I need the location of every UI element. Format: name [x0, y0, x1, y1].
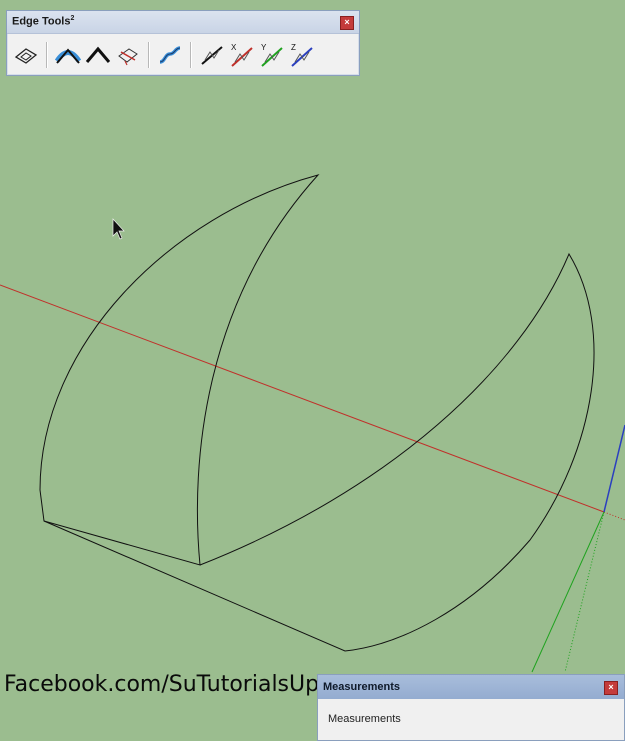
edge-tools-close-button[interactable]: × [340, 16, 354, 30]
toolbar-separator [148, 42, 150, 68]
divide-face-button[interactable] [113, 40, 143, 70]
edge-y-button[interactable]: Y [257, 40, 287, 70]
measurements-close-button[interactable]: × [604, 681, 618, 695]
svg-text:Y: Y [261, 43, 267, 52]
watermark-text: Facebook.com/SuTutorialsUp [4, 672, 320, 697]
edge-y-icon: Y [261, 43, 283, 67]
red-axis [0, 284, 605, 513]
edge-to-line-button[interactable] [197, 40, 227, 70]
smooth-hard-icon [85, 46, 111, 63]
measurements-panel: Measurements × Measurements [317, 674, 625, 741]
edge-x-icon: X [231, 43, 253, 67]
model-viewport[interactable] [0, 0, 625, 741]
edge-tools-title: Edge Tools2 [12, 15, 75, 28]
measurements-title: Measurements [323, 681, 401, 693]
blue-axis [603, 424, 625, 513]
edge-z-button[interactable]: Z [287, 40, 317, 70]
smooth-hard-button[interactable] [83, 40, 113, 70]
cursor-arrow-icon [112, 218, 125, 240]
svg-text:X: X [231, 43, 237, 52]
green-axis-hidden [564, 511, 605, 673]
curve-smooth-button[interactable] [155, 40, 185, 70]
red-axis-hidden [603, 511, 625, 521]
edge-z-icon: Z [291, 43, 313, 67]
edge-tools-titlebar[interactable]: Edge Tools2 × [7, 11, 359, 34]
edge-tools-toolbar: Edge Tools2 × X Y Z [6, 10, 360, 76]
edge-to-line-icon [201, 46, 223, 65]
green-axis [531, 511, 605, 673]
measurements-label[interactable]: Measurements [328, 713, 401, 725]
smooth-soft-icon [55, 48, 81, 64]
toolbar-separator [190, 42, 192, 68]
curve-smooth-icon [159, 46, 181, 64]
smooth-soft-button[interactable] [53, 40, 83, 70]
simplify-contours-button[interactable] [11, 40, 41, 70]
right-shell-outline[interactable] [43, 252, 595, 652]
left-shell-outline[interactable] [39, 174, 320, 566]
measurements-titlebar[interactable]: Measurements × [318, 675, 624, 699]
edge-x-button[interactable]: X [227, 40, 257, 70]
divide-face-icon [118, 48, 138, 66]
toolbar-separator [46, 42, 48, 68]
simplify-contours-icon [14, 48, 38, 64]
svg-text:Z: Z [291, 43, 296, 52]
